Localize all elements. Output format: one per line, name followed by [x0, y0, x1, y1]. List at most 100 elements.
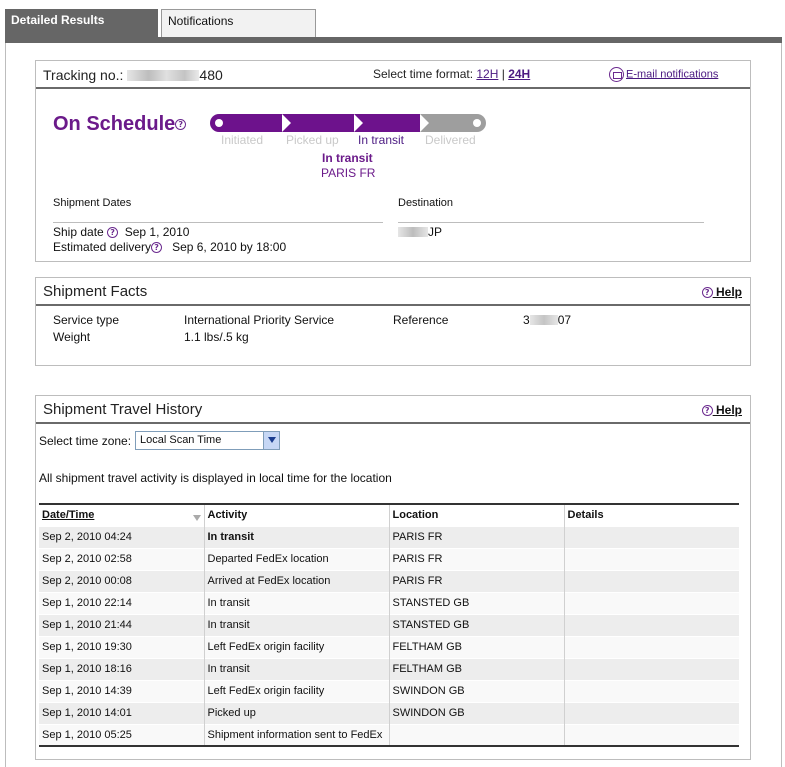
table-row: Sep 1, 2010 14:01 Picked up SWINDON GB — [39, 701, 739, 724]
row-activity: Shipment information sent to FedEx — [204, 723, 390, 746]
timezone-selected-value: Local Scan Time — [140, 434, 222, 446]
row-datetime: Sep 1, 2010 22:14 — [39, 591, 205, 614]
travel-history-title: Shipment Travel History — [43, 401, 203, 418]
row-datetime: Sep 2, 2010 02:58 — [39, 547, 205, 570]
travel-history-help-link[interactable]: ? Help — [701, 403, 742, 417]
time-format-24h-link[interactable]: 24H — [508, 67, 530, 81]
step-label-delivered: Delivered — [425, 133, 476, 147]
step-label-picked-up: Picked up — [286, 133, 339, 147]
time-format-12h-link[interactable]: 12H — [476, 67, 498, 81]
reference-prefix: 3 — [523, 313, 530, 327]
table-row: Sep 1, 2010 05:25 Shipment information s… — [39, 723, 739, 746]
column-header-activity: Activity — [204, 504, 390, 526]
row-datetime: Sep 2, 2010 00:08 — [39, 569, 205, 592]
row-location: PARIS FR — [389, 569, 565, 592]
row-details — [564, 657, 739, 680]
shipment-facts-panel: Shipment Facts ? Help Service type Inter… — [35, 277, 751, 366]
table-row: Sep 1, 2010 21:44 In transit STANSTED GB — [39, 613, 739, 636]
row-datetime: Sep 1, 2010 21:44 — [39, 613, 205, 636]
time-format-separator: | — [501, 67, 505, 81]
row-details — [564, 679, 739, 702]
estimated-delivery-label: Estimated delivery — [53, 240, 152, 254]
travel-history-header: Shipment Travel History ? Help — [36, 396, 750, 424]
help-label: Help — [715, 285, 742, 299]
row-activity: In transit — [204, 613, 390, 636]
row-activity: Left FedEx origin facility — [204, 679, 390, 702]
tracking-number-suffix: 480 — [199, 67, 223, 83]
row-activity: In transit — [204, 657, 390, 680]
reference-label: Reference — [393, 313, 449, 327]
row-location: FELTHAM GB — [389, 657, 565, 680]
row-location: PARIS FR — [389, 547, 565, 570]
column-header-details: Details — [564, 504, 739, 526]
ship-date-row: Ship date ? Sep 1, 2010 — [53, 225, 189, 239]
chevron-down-icon[interactable] — [263, 432, 279, 449]
email-notifications-link[interactable]: E-mail notifications — [609, 67, 718, 82]
progress-segment-in-transit — [354, 114, 420, 132]
tab-notifications[interactable]: Notifications — [161, 9, 316, 37]
row-details — [564, 635, 739, 658]
destination-redacted — [398, 226, 428, 237]
row-location: FELTHAM GB — [389, 635, 565, 658]
shipment-dates-header: Shipment Dates — [53, 197, 132, 209]
destination-country: JP — [428, 225, 443, 239]
row-activity: Left FedEx origin facility — [204, 635, 390, 658]
row-details — [564, 525, 739, 548]
shipment-dates-divider — [53, 222, 383, 223]
row-activity: In transit — [204, 591, 390, 614]
shipment-facts-header: Shipment Facts ? Help — [36, 278, 750, 306]
progress-segment-picked-up — [282, 114, 354, 132]
reference-suffix: 07 — [557, 313, 572, 327]
destination-divider — [398, 222, 704, 223]
tracking-number: Tracking no.: 480 — [43, 67, 223, 83]
row-location: STANSTED GB — [389, 591, 565, 614]
progress-chevron-1 — [282, 114, 291, 132]
row-details — [564, 547, 739, 570]
shipment-facts-title: Shipment Facts — [43, 283, 148, 300]
weight-value: 1.1 lbs/.5 kg — [184, 330, 249, 344]
row-location: PARIS FR — [389, 525, 565, 548]
help-icon: ? — [701, 287, 713, 299]
row-details — [564, 591, 739, 614]
history-note: All shipment travel activity is displaye… — [39, 471, 392, 485]
tracking-number-label: Tracking no.: — [43, 67, 124, 83]
row-activity: Departed FedEx location — [204, 547, 390, 570]
timezone-select[interactable]: Local Scan Time — [135, 431, 280, 450]
table-row: Sep 2, 2010 02:58 Departed FedEx locatio… — [39, 547, 739, 570]
progress-start-dot — [215, 119, 223, 127]
shipment-facts-help-link[interactable]: ? Help — [701, 285, 742, 299]
row-details — [564, 569, 739, 592]
table-row: Sep 1, 2010 18:16 In transit FELTHAM GB — [39, 657, 739, 680]
shipment-progress-bar — [210, 114, 486, 132]
status-title-text: On Schedule — [53, 113, 176, 135]
status-title: On Schedule? — [53, 113, 187, 136]
row-datetime: Sep 1, 2010 14:39 — [39, 679, 205, 702]
row-details — [564, 613, 739, 636]
time-format-label: Select time format: — [373, 67, 474, 81]
table-header-row: Date/Time Activity Location Details — [39, 504, 739, 526]
estimated-delivery-row: Estimated delivery? Sep 6, 2010 by 18:00 — [53, 240, 286, 254]
step-label-initiated: Initiated — [221, 133, 264, 147]
current-location: PARIS FR — [321, 166, 376, 180]
column-header-datetime[interactable]: Date/Time — [39, 504, 205, 526]
progress-end-dot — [473, 119, 481, 127]
status-help-icon[interactable]: ? — [175, 119, 187, 131]
row-details — [564, 701, 739, 724]
email-notifications-label: E-mail notifications — [626, 68, 719, 81]
ship-date-help-icon[interactable]: ? — [107, 227, 119, 239]
tracking-summary-panel: Tracking no.: 480 Select time format: 12H… — [35, 60, 751, 262]
estimated-delivery-value: Sep 6, 2010 by 18:00 — [172, 240, 287, 254]
row-location: SWINDON GB — [389, 679, 565, 702]
help-icon: ? — [701, 405, 713, 417]
progress-chevron-2 — [354, 114, 363, 132]
help-label: Help — [715, 403, 742, 417]
sort-desc-icon[interactable] — [192, 515, 201, 522]
estimated-delivery-help-icon[interactable]: ? — [151, 242, 163, 254]
destination-header: Destination — [398, 197, 454, 209]
row-datetime: Sep 1, 2010 05:25 — [39, 723, 205, 746]
row-details — [564, 723, 739, 746]
travel-history-table: Date/Time Activity Location Details Sep … — [39, 503, 739, 747]
row-location: SWINDON GB — [389, 701, 565, 724]
row-location: STANSTED GB — [389, 613, 565, 636]
progress-chevron-3 — [420, 114, 429, 132]
